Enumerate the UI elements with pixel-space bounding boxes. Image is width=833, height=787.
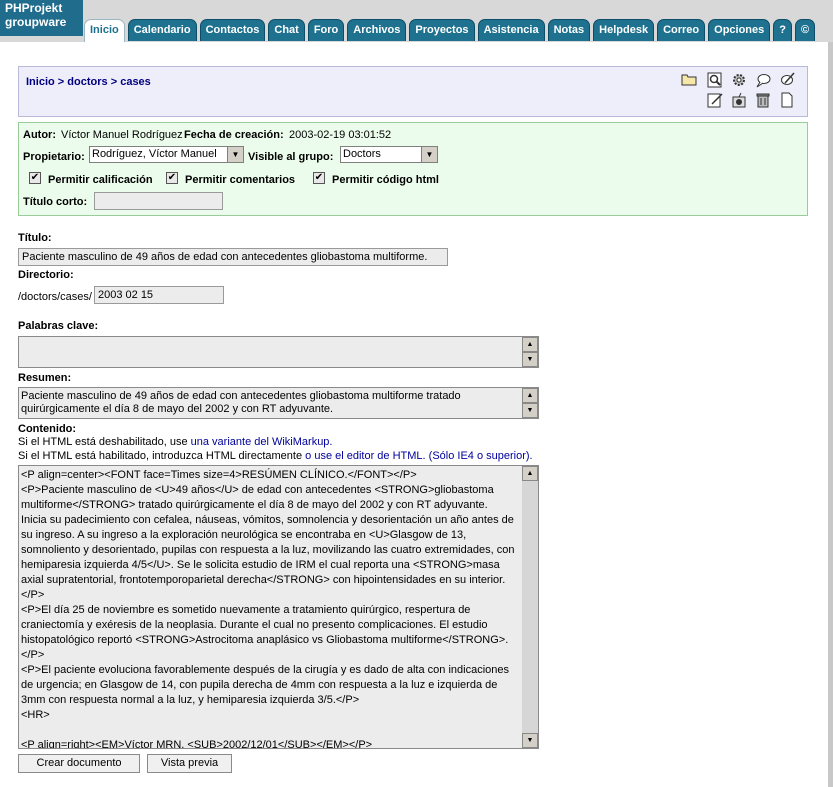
owner-label: Propietario: — [23, 151, 85, 163]
preview-button[interactable]: Vista previa — [147, 754, 232, 773]
document-settings-panel: Autor: Víctor Manuel Rodríguez Fecha de … — [18, 122, 808, 216]
notepad-icon[interactable] — [707, 92, 723, 108]
new-page-icon[interactable] — [779, 92, 795, 108]
allow-html-checkbox[interactable]: ✔ — [313, 172, 325, 184]
scroll-up-icon[interactable]: ▲ — [522, 388, 538, 403]
main-tabs: Inicio Calendario Contactos Chat Foro Ar… — [84, 19, 818, 42]
tab-inicio[interactable]: Inicio — [84, 19, 125, 42]
content-value: <P align=center><FONT face=Times size=4>… — [21, 469, 515, 749]
scroll-down-icon[interactable]: ▼ — [522, 352, 538, 367]
allow-html-label: Permitir código html — [332, 174, 439, 186]
wikimarkup-link[interactable]: una variante del WikiMarkup. — [191, 436, 333, 448]
scroll-up-icon[interactable]: ▲ — [522, 466, 538, 481]
breadcrumb-sep: > — [57, 76, 65, 88]
tab-helpdesk[interactable]: Helpdesk — [593, 19, 655, 41]
scrollbar[interactable]: ▲ ▼ — [522, 337, 538, 367]
folder-icon[interactable] — [681, 72, 697, 88]
short-title-input[interactable] — [94, 192, 223, 210]
title-input[interactable]: Paciente masculino de 49 años de edad co… — [18, 248, 448, 266]
owner-select-value: Rodríguez, Víctor Manuel — [92, 148, 217, 160]
allow-comments-label: Permitir comentarios — [185, 174, 296, 186]
tab-archivos[interactable]: Archivos — [347, 19, 407, 41]
tab-opciones[interactable]: Opciones — [708, 19, 771, 41]
breadcrumb-sep: > — [110, 76, 118, 88]
logo-line2: groupware — [5, 15, 67, 29]
author-label: Autor: — [23, 129, 56, 141]
app-logo[interactable]: PHProjekt groupware — [0, 0, 83, 36]
top-bar: PHProjekt groupware Inicio Calendario Co… — [0, 0, 833, 42]
gear-icon[interactable] — [731, 72, 747, 88]
help-line-2-text: Si el HTML está habilitado, introduzca H… — [18, 450, 306, 462]
tab-foro[interactable]: Foro — [307, 19, 345, 41]
breadcrumb-doctors[interactable]: doctors — [67, 76, 107, 88]
content-label: Contenido: — [18, 423, 77, 435]
content-textarea[interactable]: <P align=center><FONT face=Times size=4>… — [18, 465, 539, 749]
window-edge — [828, 42, 833, 787]
tab-help[interactable]: ? — [773, 19, 792, 41]
breadcrumb-home[interactable]: Inicio — [26, 76, 55, 88]
chevron-down-icon: ▼ — [227, 147, 243, 162]
scrollbar[interactable]: ▲ ▼ — [522, 388, 538, 418]
tab-chat[interactable]: Chat — [268, 19, 305, 41]
directory-label: Directorio: — [18, 269, 74, 281]
scroll-down-icon[interactable]: ▼ — [522, 733, 538, 748]
owner-select[interactable]: Rodríguez, Víctor Manuel ▼ — [89, 146, 244, 163]
tab-asistencia[interactable]: Asistencia — [477, 19, 545, 41]
logo-line1: PHProjekt — [5, 1, 63, 15]
group-select[interactable]: Doctors ▼ — [340, 146, 438, 163]
breadcrumb-cases[interactable]: cases — [120, 76, 151, 88]
summary-value: Paciente masculino de 49 años de edad co… — [21, 390, 461, 415]
chevron-down-icon: ▼ — [421, 147, 437, 162]
title-label: Título: — [18, 232, 52, 244]
created-label: Fecha de creación: — [184, 129, 284, 141]
group-label: Visible al grupo: — [248, 151, 334, 163]
trash-icon[interactable] — [755, 92, 771, 108]
summary-textarea[interactable]: Paciente masculino de 49 años de edad co… — [18, 387, 539, 419]
bomb-icon[interactable] — [731, 92, 747, 108]
summary-label: Resumen: — [18, 372, 72, 384]
scroll-down-icon[interactable]: ▼ — [522, 403, 538, 418]
edit-bubble-icon[interactable] — [779, 72, 795, 88]
tab-contactos[interactable]: Contactos — [199, 19, 266, 41]
help-line-2: Si el HTML está habilitado, introduzca H… — [18, 450, 533, 462]
allow-rating-checkbox[interactable]: ✔ — [29, 172, 41, 184]
directory-input[interactable]: 2003 02 15 — [94, 286, 224, 304]
create-document-button[interactable]: Crear documento — [18, 754, 140, 773]
scroll-up-icon[interactable]: ▲ — [522, 337, 538, 352]
tab-copyright[interactable]: © — [795, 19, 816, 41]
short-title-label: Título corto: — [23, 196, 88, 208]
group-select-value: Doctors — [343, 148, 381, 160]
speech-bubble-icon[interactable] — [755, 72, 771, 88]
allow-comments-checkbox[interactable]: ✔ — [166, 172, 178, 184]
tab-calendario[interactable]: Calendario — [127, 19, 197, 41]
created-value: 2003-02-19 03:01:52 — [289, 129, 392, 141]
keywords-label: Palabras clave: — [18, 320, 99, 332]
keywords-textarea[interactable]: ▲ ▼ — [18, 336, 539, 368]
html-editor-link[interactable]: o use el editor de HTML. (Sólo IE4 o sup… — [305, 450, 532, 462]
help-line-1: Si el HTML está deshabilitado, use una v… — [18, 436, 332, 448]
breadcrumb: Inicio > doctors > cases — [26, 76, 151, 88]
magnifier-icon[interactable] — [707, 72, 723, 88]
directory-prefix: /doctors/cases/ — [18, 291, 92, 303]
author-value: Víctor Manuel Rodríguez — [61, 129, 183, 141]
scrollbar[interactable]: ▲ ▼ — [522, 466, 538, 748]
help-line-1-text: Si el HTML está deshabilitado, use — [18, 436, 191, 448]
tab-proyectos[interactable]: Proyectos — [409, 19, 475, 41]
tab-correo[interactable]: Correo — [657, 19, 706, 41]
allow-rating-label: Permitir calificación — [48, 174, 153, 186]
breadcrumb-panel: Inicio > doctors > cases — [18, 66, 808, 117]
tab-notas[interactable]: Notas — [547, 19, 591, 41]
